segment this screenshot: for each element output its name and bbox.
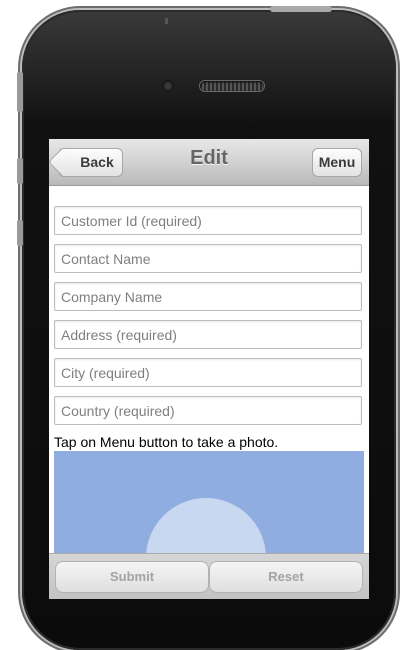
footer-bar: Submit Reset	[49, 553, 369, 599]
country-input[interactable]	[54, 396, 362, 425]
photo-placeholder-shape	[146, 498, 266, 553]
page-title: Edit	[190, 147, 228, 169]
volume-down-button	[17, 220, 23, 246]
address-input[interactable]	[54, 320, 362, 349]
company-name-input[interactable]	[54, 282, 362, 311]
menu-button[interactable]: Menu	[312, 148, 362, 177]
header-bar: Back Edit Menu	[49, 139, 369, 186]
submit-button[interactable]: Submit	[55, 561, 209, 593]
phone-notch	[165, 18, 168, 24]
earpiece-speaker	[200, 81, 264, 91]
volume-up-button	[17, 158, 23, 184]
photo-hint-text: Tap on Menu button to take a photo.	[54, 434, 279, 450]
edit-form: Tap on Menu button to take a photo.	[49, 186, 369, 553]
contact-name-input[interactable]	[54, 244, 362, 273]
photo-preview[interactable]	[54, 451, 364, 553]
back-button-label: Back	[80, 154, 114, 170]
back-button[interactable]: Back	[59, 148, 123, 177]
reset-button[interactable]: Reset	[209, 561, 363, 593]
app-screen: Back Edit Menu Tap on Menu button to tak…	[49, 139, 369, 599]
customer-id-input[interactable]	[54, 206, 362, 235]
front-camera-icon	[162, 80, 174, 92]
mute-switch	[17, 72, 23, 112]
power-button	[270, 6, 332, 12]
city-input[interactable]	[54, 358, 362, 387]
